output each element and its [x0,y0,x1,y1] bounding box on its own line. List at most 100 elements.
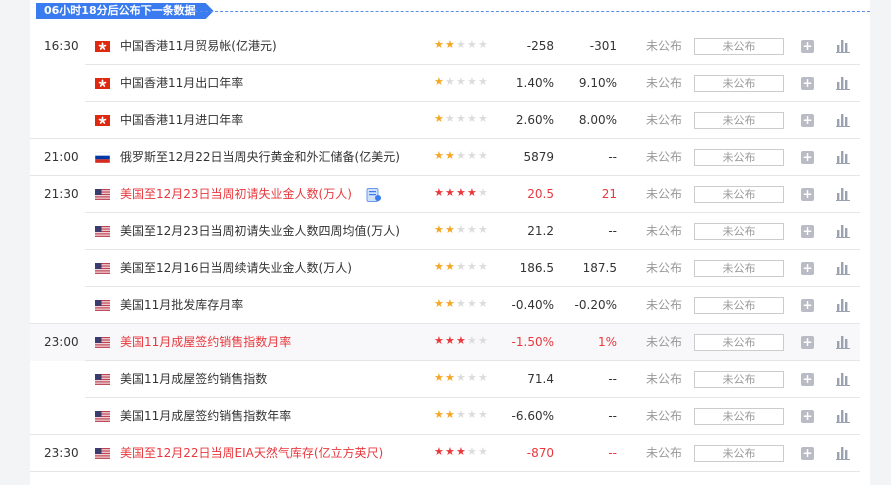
star-filled-icon: ★ [445,38,455,51]
bar-chart-icon[interactable] [836,298,850,312]
star-empty-icon: ★ [467,445,477,458]
star-empty-icon: ★ [445,75,455,88]
bar-chart-icon[interactable] [836,261,850,275]
star-filled-icon: ★ [434,223,444,236]
star-filled-icon: ★ [445,149,455,162]
bar-chart-icon[interactable] [836,409,850,423]
importance-stars: ★ ★ ★ ★ ★ [434,371,488,385]
add-reminder-button[interactable]: + [801,40,814,53]
importance-stars: ★ ★ ★ ★ ★ [434,298,488,311]
add-reminder-button[interactable]: + [801,373,814,386]
indicator-name[interactable]: 俄罗斯至12月22日当周央行黄金和外汇储备(亿美元) [120,139,400,176]
actual-value-box: 未公布 [694,223,784,240]
consensus-value: 8.00% [578,113,617,127]
bar-chart-icon[interactable] [836,113,850,127]
star-filled-icon: ★ [434,38,444,51]
bar-chart-icon[interactable] [836,372,850,386]
star-filled-icon: ★ [434,149,444,162]
add-reminder-button[interactable]: + [801,151,814,164]
indicator-name[interactable]: 美国至12月16日当周续请失业金人数(万人) [120,250,352,287]
release-status: 未公布 [646,298,683,312]
actual-value-box: 未公布 [694,408,784,425]
star-filled-icon: ★ [445,408,455,421]
bar-chart-icon[interactable] [836,150,850,164]
star-empty-icon: ★ [478,186,488,199]
indicator-name[interactable]: 中国香港11月贸易帐(亿港元) [120,28,277,65]
star-empty-icon: ★ [478,371,488,384]
indicator-name[interactable]: 美国至12月23日当周初请失业金人数四周均值(万人) [120,213,400,250]
next-release-banner: 06小时18分后公布下一条数据 [30,0,870,22]
add-reminder-button[interactable]: + [801,114,814,127]
bar-chart-icon[interactable] [836,446,850,460]
add-reminder-button[interactable]: + [801,188,814,201]
release-status: 未公布 [646,113,683,127]
star-filled-icon: ★ [445,445,455,458]
actual-value-box: 未公布 [694,112,784,129]
star-filled-icon: ★ [434,371,444,384]
add-reminder-button[interactable]: + [801,262,814,275]
previous-value: -6.60% [511,409,554,423]
star-empty-icon: ★ [467,112,477,125]
star-empty-icon: ★ [467,334,477,347]
importance-stars: ★ ★ ★ ★ ★ [434,223,488,237]
table-row: 16:30 中国香港11月贸易帐(亿港元) ★ ★ ★ ★ ★ -258 -301 未公布 未公布 + [30,28,860,65]
indicator-name[interactable]: 美国至12月22日当周EIA天然气库存(亿立方英尺) [120,435,383,472]
star-empty-icon: ★ [467,223,477,236]
bar-chart-icon[interactable] [836,39,850,53]
star-empty-icon: ★ [478,38,488,51]
table-row: 美国至12月16日当周续请失业金人数(万人) ★ ★ ★ ★ ★ 186.5 187.5 未公布… [30,250,860,287]
add-reminder-button[interactable]: + [801,299,814,312]
indicator-name[interactable]: 美国至12月23日当周初请失业金人数(万人) [120,176,352,213]
indicator-name[interactable]: 美国11月成屋签约销售指数 [120,361,267,398]
release-status: 未公布 [646,76,683,90]
actual-value-box: 未公布 [694,260,784,277]
country-flag-us-icon [95,263,110,274]
analysis-doc-icon[interactable] [366,188,382,202]
previous-value: 21.2 [527,224,554,238]
indicator-name[interactable]: 美国11月成屋签约销售指数月率 [120,324,291,361]
release-time: 23:30 [44,446,79,460]
previous-value: 5879 [523,150,554,164]
release-status: 未公布 [646,446,683,460]
consensus-value: -- [608,446,617,460]
add-reminder-button[interactable]: + [801,410,814,423]
star-empty-icon: ★ [467,371,477,384]
add-reminder-button[interactable]: + [801,336,814,349]
add-reminder-button[interactable]: + [801,77,814,90]
indicator-name[interactable]: 美国11月成屋签约销售指数年率 [120,398,291,435]
actual-value-box: 未公布 [694,38,784,55]
bar-chart-icon[interactable] [836,187,850,201]
indicator-name[interactable]: 中国香港11月进口年率 [120,102,243,139]
previous-value: -258 [526,39,554,53]
country-flag-us-icon [95,226,110,237]
consensus-value: -- [608,409,617,423]
release-status: 未公布 [646,187,683,201]
bar-chart-icon[interactable] [836,224,850,238]
actual-value-box: 未公布 [694,334,784,351]
indicator-name[interactable]: 中国香港11月出口年率 [120,65,243,102]
consensus-value: 1% [597,335,617,349]
star-filled-icon: ★ [445,334,455,347]
previous-value: 20.5 [527,187,554,201]
add-reminder-button[interactable]: + [801,447,814,460]
release-status: 未公布 [646,224,683,238]
star-filled-icon: ★ [434,112,444,125]
release-status: 未公布 [646,39,683,53]
bar-chart-icon[interactable] [836,76,850,90]
indicator-name[interactable]: 美国11月批发库存月率 [120,287,243,324]
actual-value-box: 未公布 [694,445,784,462]
banner-divider [190,11,870,12]
consensus-value: -- [608,224,617,238]
release-status: 未公布 [646,372,683,386]
bar-chart-icon[interactable] [836,335,850,349]
table-row: 美国11月成屋签约销售指数 ★ ★ ★ ★ ★ 71.4 -- 未公布 未公布 + [30,361,860,398]
add-reminder-button[interactable]: + [801,225,814,238]
star-filled-icon: ★ [445,186,455,199]
country-flag-ru-icon [95,152,110,163]
star-filled-icon: ★ [434,260,444,273]
importance-stars: ★ ★ ★ ★ ★ [434,112,488,126]
star-empty-icon: ★ [478,112,488,125]
star-filled-icon: ★ [445,371,455,384]
star-empty-icon: ★ [478,408,488,421]
release-status: 未公布 [646,335,683,349]
